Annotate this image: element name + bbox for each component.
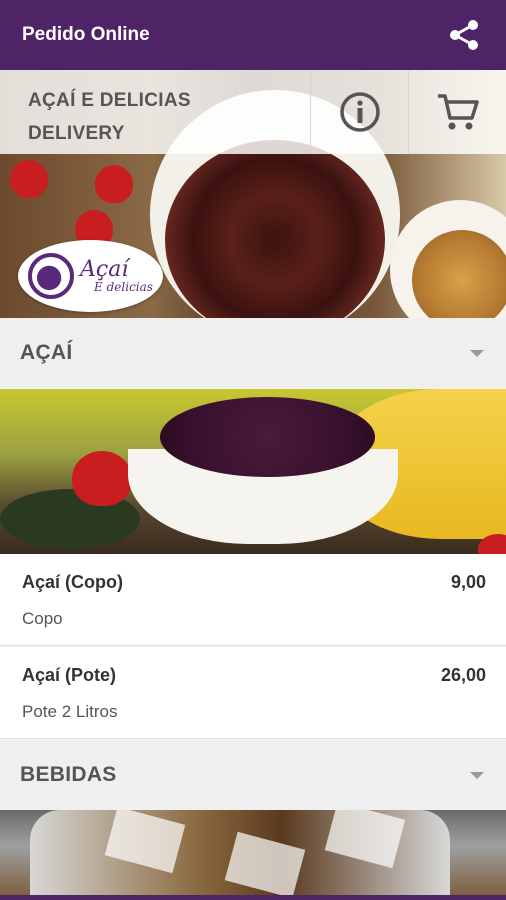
bottom-bar (0, 895, 506, 900)
app-title: Pedido Online (22, 24, 150, 45)
bebidas-category-image (0, 810, 506, 900)
acai-logo-icon (28, 253, 75, 299)
section-title: BEBIDAS (20, 763, 117, 786)
store-logo: Açaí E delicias (18, 240, 163, 312)
share-icon[interactable] (444, 15, 484, 55)
app-bar: Pedido Online (0, 0, 506, 70)
cart-icon (437, 94, 479, 130)
chevron-down-icon (470, 771, 484, 779)
cart-button[interactable] (408, 70, 506, 154)
strawberry-decoration (10, 160, 48, 198)
list-item[interactable]: Açaí (Pote) 26,00 Pote 2 Litros (0, 647, 506, 739)
item-name: Açaí (Pote) (22, 665, 117, 685)
logo-line1: Açaí (80, 257, 129, 282)
store-topbar: AÇAÍ E DELICIAS DELIVERY (0, 70, 506, 154)
info-icon (339, 92, 380, 132)
strawberry-decoration (95, 165, 133, 203)
item-description: Pote 2 Litros (22, 702, 118, 721)
store-header-image: AÇAÍ E DELICIAS DELIVERY Açaí E delicias (0, 70, 506, 318)
list-item[interactable]: Açaí (Copo) 9,00 Copo (0, 554, 506, 646)
section-header-bebidas[interactable]: BEBIDAS (0, 740, 506, 810)
item-price: 9,00 (450, 572, 486, 592)
acai-category-image (0, 389, 506, 554)
acai-decoration (160, 397, 375, 477)
item-name: Açaí (Copo) (22, 572, 123, 592)
item-description: Copo (22, 609, 63, 628)
chevron-down-icon (470, 349, 484, 357)
logo-line2: E delicias (94, 280, 153, 294)
store-name: AÇAÍ E DELICIAS DELIVERY (28, 90, 191, 144)
section-header-acai[interactable]: AÇAÍ (0, 318, 506, 388)
strawberry-decoration (72, 451, 132, 506)
item-price: 26,00 (440, 665, 486, 685)
granola-decoration (390, 200, 506, 318)
section-title: AÇAÍ (20, 341, 73, 364)
info-button[interactable] (310, 70, 408, 154)
